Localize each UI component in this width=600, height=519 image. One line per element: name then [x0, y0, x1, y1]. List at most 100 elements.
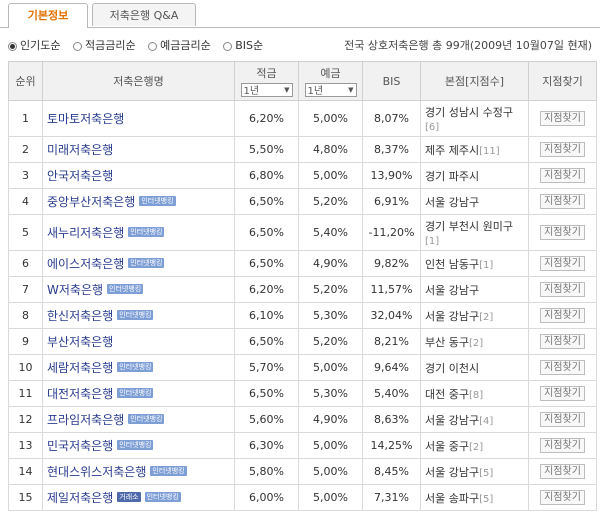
tab-basic-info[interactable]: 기본정보 [8, 3, 88, 28]
deposit-rate-cell: 5,20% [298, 328, 363, 355]
bank-name-cell: 프라임저축은행 인터넷뱅킹 [42, 406, 235, 433]
savings-rate-cell: 6,50% [234, 328, 299, 355]
table-row: 4 중앙부산저축은행 인터넷뱅킹 6,50% 5,20% 6,91% 서울 강남구 지점찾기 [8, 188, 597, 215]
bank-name-cell: W저축은행 인터넷뱅킹 [42, 276, 235, 303]
tab-qna[interactable]: 저축은행 Q&A [92, 3, 196, 26]
find-branch-button[interactable]: 지점찾기 [540, 111, 585, 126]
find-branch-button[interactable]: 지점찾기 [540, 360, 585, 375]
deposit-rate-cell: 4,80% [298, 136, 363, 163]
rank-cell: 10 [8, 354, 43, 381]
hq-location: 서울 강남구 [425, 465, 480, 479]
bank-name-link[interactable]: 에이스저축은행 [47, 257, 124, 271]
bank-name-link[interactable]: 중앙부산저축은행 [47, 195, 135, 209]
deposit-rate-cell: 5,00% [298, 458, 363, 485]
find-branch-button[interactable]: 지점찾기 [540, 438, 585, 453]
hq-cell: 서울 중구[2] [420, 432, 529, 459]
hq-cell: 서울 강남구[2] [420, 302, 529, 329]
hq-cell: 서울 강남구 [420, 276, 529, 303]
rank-cell: 3 [8, 162, 43, 189]
rank-cell: 1 [8, 100, 43, 137]
hq-location: 제주 제주시 [425, 143, 480, 157]
bank-name-link[interactable]: 한신저축은행 [47, 309, 113, 323]
bank-name-link[interactable]: 부산저축은행 [47, 335, 113, 349]
bank-name-cell: 미래저축은행 [42, 136, 235, 163]
bank-name-link[interactable]: 미래저축은행 [47, 143, 113, 157]
table-row: 8 한신저축은행 인터넷뱅킹 6,10% 5,30% 32,04% 서울 강남구[2] 지점찾… [8, 302, 597, 329]
find-branch-button[interactable]: 지점찾기 [540, 490, 585, 505]
find-branch-button[interactable]: 지점찾기 [540, 168, 585, 183]
find-branch-button[interactable]: 지점찾기 [540, 142, 585, 157]
deposit-rate-cell: 4,90% [298, 406, 363, 433]
find-branch-button[interactable]: 지점찾기 [540, 256, 585, 271]
header-deposit: 예금 1년 ▼ [298, 61, 363, 101]
deposit-rate-cell: 5,00% [298, 484, 363, 511]
bank-name-cell: 새누리저축은행 인터넷뱅킹 [42, 214, 235, 251]
bis-cell: 8,63% [362, 406, 421, 433]
bis-cell: 32,04% [362, 302, 421, 329]
bank-name-link[interactable]: W저축은행 [47, 283, 103, 297]
find-branch-button[interactable]: 지점찾기 [540, 464, 585, 479]
sort-bis-radio[interactable]: BIS순 [223, 38, 263, 54]
bank-name-link[interactable]: 제일저축은행 [47, 491, 113, 505]
bank-badge: 인터넷뱅킹 [117, 388, 154, 398]
rank-cell: 4 [8, 188, 43, 215]
bank-name-link[interactable]: 안국저축은행 [47, 169, 113, 183]
bis-cell: 9,64% [362, 354, 421, 381]
savings-rate-cell: 6,50% [234, 250, 299, 277]
table-row: 9 부산저축은행 6,50% 5,20% 8,21% 부산 동구[2] 지점찾기 [8, 328, 597, 355]
deposit-term-select[interactable]: 1년 ▼ [304, 82, 357, 97]
table-row: 15 제일저축은행 거래소 인터넷뱅킹 6,00% 5,00% 7,31% 서울 송파구[5]… [8, 484, 597, 511]
hq-cell: 서울 강남구[5] [420, 458, 529, 485]
find-branch-button[interactable]: 지점찾기 [540, 386, 585, 401]
find-cell: 지점찾기 [528, 406, 597, 433]
bank-name-link[interactable]: 세람저축은행 [47, 361, 113, 375]
table-row: 14 현대스위스저축은행 인터넷뱅킹 5,80% 5,00% 8,45% 서울 강남구[5]… [8, 458, 597, 485]
table-header-row: 순위 저축은행명 적금 1년 ▼ 예금 1년 ▼ BIS 본점[지점수] 지점찾기 [8, 61, 597, 101]
find-cell: 지점찾기 [528, 162, 597, 189]
savings-term-select[interactable]: 1년 ▼ [240, 82, 293, 97]
find-branch-button[interactable]: 지점찾기 [540, 308, 585, 323]
find-branch-button[interactable]: 지점찾기 [540, 412, 585, 427]
branch-count: [6] [425, 122, 440, 133]
rank-cell: 2 [8, 136, 43, 163]
radio-checked-icon [8, 41, 17, 51]
sort-deposit-radio[interactable]: 예금금리순 [148, 38, 211, 54]
bank-badge: 인터넷뱅킹 [128, 258, 165, 268]
branch-count: [8] [468, 389, 484, 401]
hq-location: 인천 남동구 [425, 257, 480, 271]
bank-name-link[interactable]: 민국저축은행 [47, 439, 113, 453]
bank-name-link[interactable]: 현대스위스저축은행 [47, 465, 146, 479]
find-branch-button[interactable]: 지점찾기 [540, 334, 585, 349]
savings-rate-cell: 5,70% [234, 354, 299, 381]
bank-name-cell: 에이스저축은행 인터넷뱅킹 [42, 250, 235, 277]
bank-badge: 인터넷뱅킹 [117, 362, 154, 372]
branch-count: [5] [479, 467, 494, 479]
find-cell: 지점찾기 [528, 100, 597, 137]
sort-popularity-radio[interactable]: 인기도순 [8, 38, 60, 54]
bank-name-cell: 대전저축은행 인터넷뱅킹 [42, 380, 235, 407]
hq-cell: 경기 파주시 [420, 162, 529, 189]
find-branch-button[interactable]: 지점찾기 [540, 225, 585, 240]
bank-name-link[interactable]: 대전저축은행 [47, 387, 113, 401]
tab-bar: 기본정보 저축은행 Q&A [0, 0, 600, 28]
bis-cell: 7,31% [362, 484, 421, 511]
hq-location: 서울 강남구 [425, 309, 480, 323]
branch-count: [1] [425, 236, 440, 247]
deposit-rate-cell: 5,00% [298, 432, 363, 459]
bank-badge: 인터넷뱅킹 [150, 466, 187, 476]
find-branch-button[interactable]: 지점찾기 [540, 194, 585, 209]
header-deposit-label: 예금 [320, 66, 341, 80]
find-branch-button[interactable]: 지점찾기 [540, 282, 585, 297]
bank-name-link[interactable]: 새누리저축은행 [47, 226, 124, 240]
bis-cell: 11,57% [362, 276, 421, 303]
deposit-rate-cell: 5,40% [298, 214, 363, 251]
bank-name-link[interactable]: 프라임저축은행 [47, 413, 124, 427]
table-row: 12 프라임저축은행 인터넷뱅킹 5,60% 4,90% 8,63% 서울 강남구[4] 지점… [8, 406, 597, 433]
hq-cell: 경기 이천시 [420, 354, 529, 381]
hq-cell: 서울 강남구 [420, 188, 529, 215]
bis-cell: 8,37% [362, 136, 421, 163]
rank-cell: 14 [8, 458, 43, 485]
find-cell: 지점찾기 [528, 484, 597, 511]
bank-name-link[interactable]: 토마토저축은행 [47, 112, 124, 126]
sort-savings-radio[interactable]: 적금금리순 [72, 38, 136, 54]
